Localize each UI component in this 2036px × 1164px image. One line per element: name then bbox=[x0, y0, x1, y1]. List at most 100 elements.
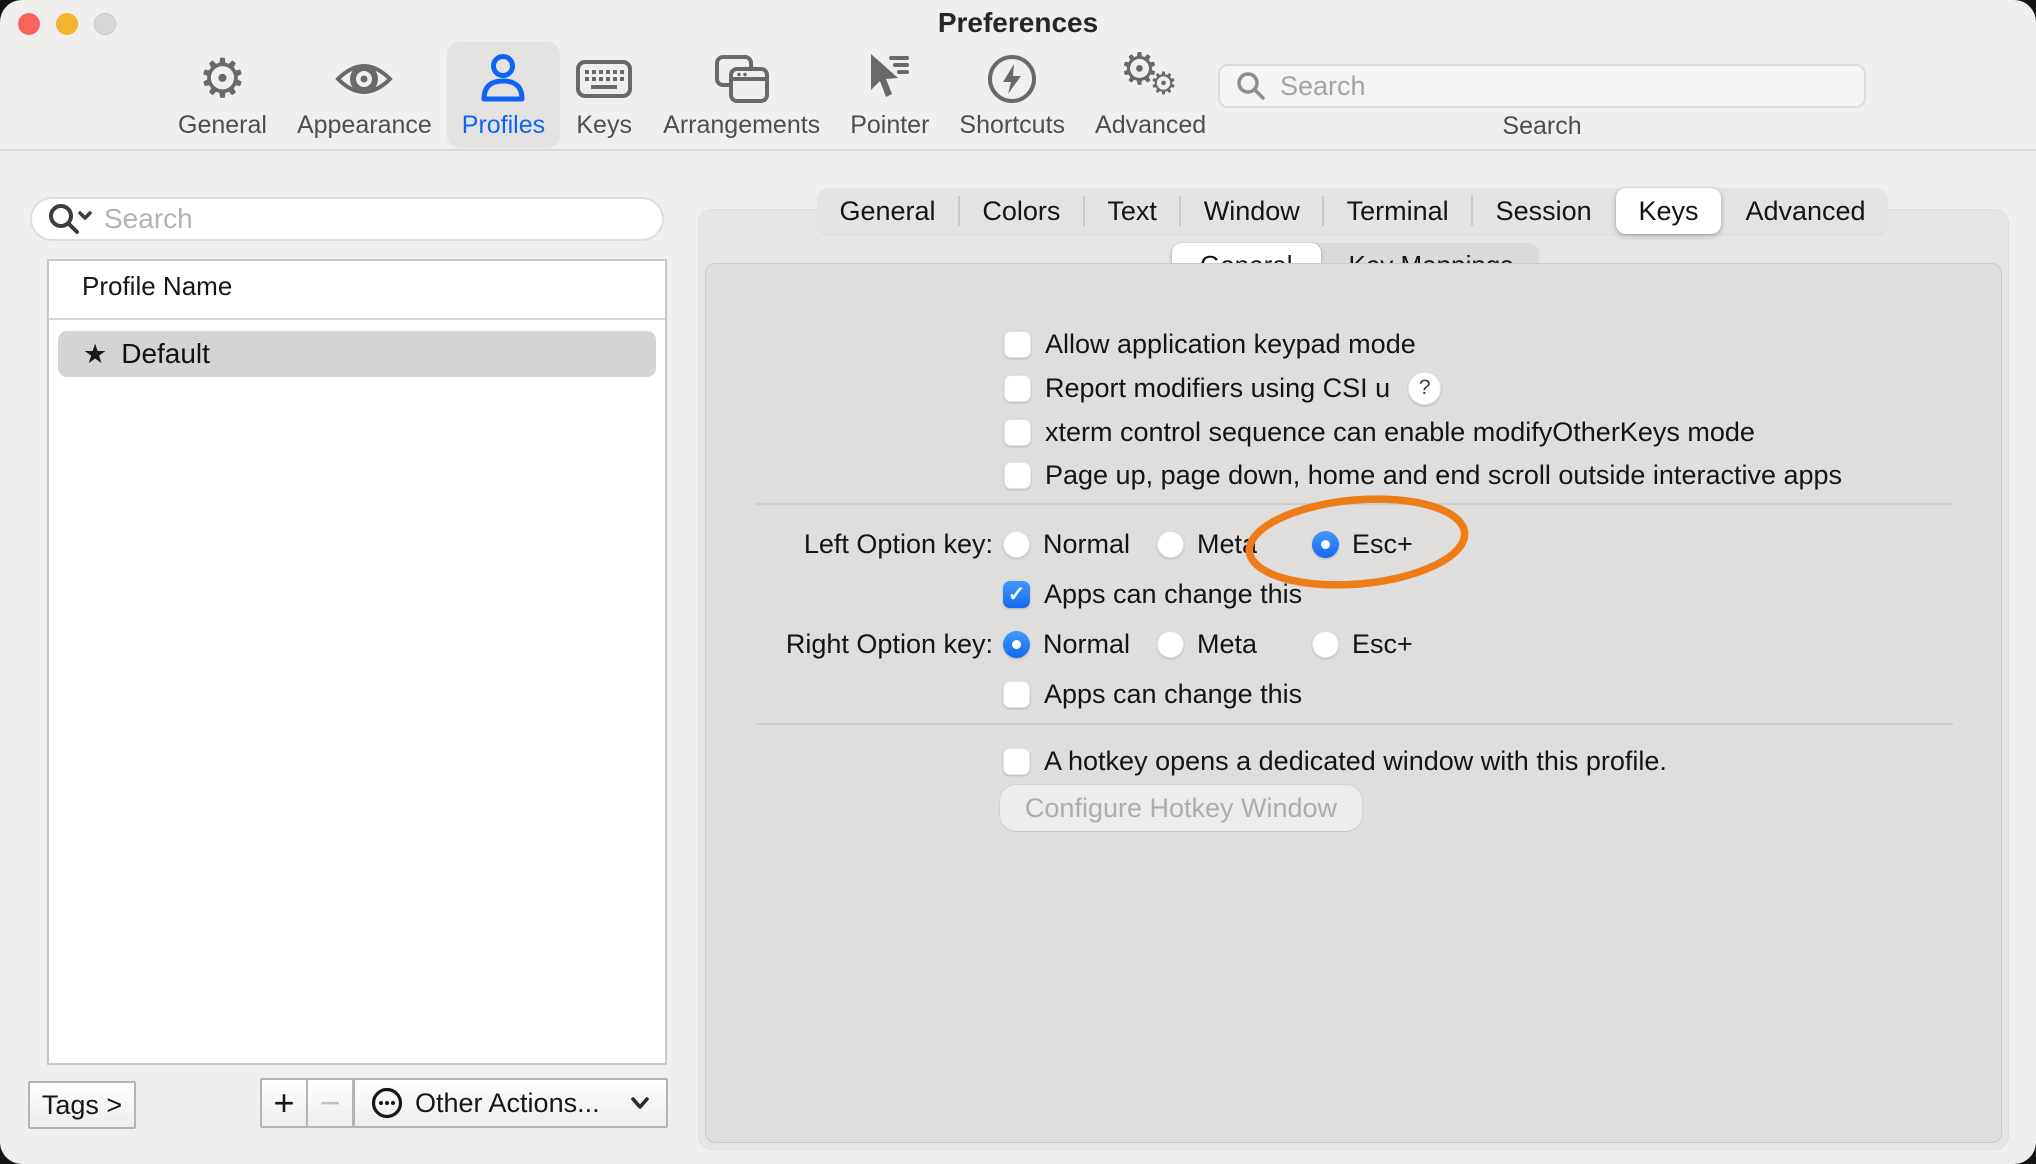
toolbar-item-label: Pointer bbox=[850, 111, 929, 140]
checkbox-left-apps-can-change[interactable]: ✓ bbox=[1003, 581, 1030, 608]
help-button[interactable]: ? bbox=[1408, 372, 1441, 405]
toolbar-item-profiles[interactable]: Profiles bbox=[447, 42, 560, 148]
tab-window[interactable]: Window bbox=[1181, 188, 1322, 234]
configure-hotkey-window-label: Configure Hotkey Window bbox=[1025, 793, 1337, 824]
checkbox-row[interactable]: Apps can change this bbox=[1003, 677, 1302, 711]
titlebar: Preferences bbox=[0, 0, 2036, 42]
checkbox-row[interactable]: Report modifiers using CSI u ? bbox=[1004, 371, 1441, 405]
other-actions-dropdown[interactable]: Other Actions... bbox=[353, 1078, 668, 1128]
window-title: Preferences bbox=[0, 7, 2036, 39]
toolbar-item-keys[interactable]: Keys bbox=[560, 42, 648, 148]
toolbar-item-pointer[interactable]: Pointer bbox=[835, 42, 944, 148]
radio-label: Esc+ bbox=[1352, 529, 1413, 560]
tab-colors[interactable]: Colors bbox=[960, 188, 1083, 234]
keys-general-panel: Allow application keypad mode Report mod… bbox=[705, 263, 2002, 1143]
toolbar-search-input[interactable]: Search bbox=[1218, 64, 1866, 108]
radio-button[interactable] bbox=[1003, 631, 1030, 658]
section-divider bbox=[756, 723, 1953, 725]
add-profile-button[interactable]: + bbox=[260, 1078, 308, 1128]
ellipsis-circle-icon bbox=[371, 1087, 403, 1119]
checkbox-label: Report modifiers using CSI u bbox=[1045, 373, 1390, 404]
left-option-key-label: Left Option key: bbox=[706, 527, 993, 561]
list-header-divider bbox=[49, 318, 665, 320]
preferences-window: Preferences ⚙ General Appearance bbox=[0, 0, 2036, 1164]
gear-icon: ⚙ bbox=[198, 48, 246, 110]
radio-button[interactable] bbox=[1157, 631, 1184, 658]
toolbar-search-label: Search bbox=[1218, 112, 1866, 141]
radio-label: Normal bbox=[1043, 629, 1130, 660]
checkbox-csi-u[interactable] bbox=[1004, 375, 1031, 402]
remove-profile-button[interactable]: − bbox=[306, 1078, 354, 1128]
section-divider bbox=[756, 503, 1953, 505]
tags-button-label: Tags > bbox=[42, 1090, 122, 1121]
radio-label: Meta bbox=[1197, 629, 1257, 660]
checkbox-label: Allow application keypad mode bbox=[1045, 329, 1416, 360]
radio-button[interactable] bbox=[1157, 531, 1184, 558]
radio-button[interactable] bbox=[1312, 531, 1339, 558]
radio-left-option-esc[interactable]: Esc+ bbox=[1312, 527, 1413, 561]
checkbox-row[interactable]: ✓ Apps can change this bbox=[1003, 577, 1302, 611]
toolbar-search-placeholder: Search bbox=[1280, 71, 1366, 102]
radio-button[interactable] bbox=[1003, 531, 1030, 558]
toolbar-item-label: Appearance bbox=[297, 111, 432, 140]
checkbox-label: A hotkey opens a dedicated window with t… bbox=[1044, 746, 1667, 777]
toolbar-item-general[interactable]: ⚙ General bbox=[163, 42, 282, 148]
keyboard-icon bbox=[575, 48, 633, 110]
tab-session[interactable]: Session bbox=[1473, 188, 1614, 234]
radio-label: Meta bbox=[1197, 529, 1257, 560]
radio-button[interactable] bbox=[1312, 631, 1339, 658]
toolbar-item-label: Keys bbox=[576, 111, 632, 140]
profile-name: Default bbox=[121, 338, 210, 370]
radio-right-option-esc[interactable]: Esc+ bbox=[1312, 627, 1413, 661]
checkbox-row[interactable]: Allow application keypad mode bbox=[1004, 327, 1416, 361]
profile-list: Profile Name ★ Default bbox=[47, 259, 667, 1065]
checkbox-row[interactable]: xterm control sequence can enable modify… bbox=[1004, 415, 1755, 449]
toolbar-item-advanced[interactable]: ⚙⚙ Advanced bbox=[1080, 42, 1221, 148]
toolbar-item-arrangements[interactable]: Arrangements bbox=[648, 42, 835, 148]
windows-icon bbox=[713, 48, 771, 110]
minus-icon: − bbox=[319, 1082, 340, 1124]
preferences-toolbar: ⚙ General Appearance Profiles bbox=[163, 42, 1221, 148]
checkbox-row[interactable]: A hotkey opens a dedicated window with t… bbox=[1003, 744, 1667, 778]
person-icon bbox=[477, 48, 529, 110]
checkbox-label: Page up, page down, home and end scroll … bbox=[1045, 460, 1842, 491]
tags-button[interactable]: Tags > bbox=[28, 1081, 136, 1129]
radio-label: Esc+ bbox=[1352, 629, 1413, 660]
radio-right-option-normal[interactable]: Normal bbox=[1003, 627, 1130, 661]
toolbar-item-label: Shortcuts bbox=[959, 111, 1065, 140]
gears-icon: ⚙⚙ bbox=[1120, 48, 1182, 110]
tab-advanced[interactable]: Advanced bbox=[1723, 188, 1888, 234]
toolbar-item-label: General bbox=[178, 111, 267, 140]
toolbar-divider bbox=[0, 149, 2036, 151]
magnifier-menu-icon bbox=[46, 201, 94, 237]
checkbox-keypad-mode[interactable] bbox=[1004, 331, 1031, 358]
profile-search-placeholder: Search bbox=[104, 203, 193, 235]
toolbar-item-label: Profiles bbox=[462, 111, 545, 140]
tab-text[interactable]: Text bbox=[1085, 188, 1179, 234]
checkmark-icon: ✓ bbox=[1008, 582, 1026, 607]
checkbox-page-scroll[interactable] bbox=[1004, 462, 1031, 489]
magnifier-icon bbox=[1234, 69, 1268, 103]
radio-left-option-normal[interactable]: Normal bbox=[1003, 527, 1130, 561]
toolbar-item-shortcuts[interactable]: Shortcuts bbox=[944, 42, 1080, 148]
radio-left-option-meta[interactable]: Meta bbox=[1157, 527, 1257, 561]
toolbar-item-appearance[interactable]: Appearance bbox=[282, 42, 447, 148]
radio-right-option-meta[interactable]: Meta bbox=[1157, 627, 1257, 661]
tab-general[interactable]: General bbox=[817, 188, 958, 234]
profile-tabs: General Colors Text Window Terminal Sess… bbox=[817, 188, 1888, 234]
profile-row-default[interactable]: ★ Default bbox=[58, 331, 656, 377]
checkbox-right-apps-can-change[interactable] bbox=[1003, 681, 1030, 708]
checkbox-hotkey-window[interactable] bbox=[1003, 748, 1030, 775]
plus-icon: + bbox=[273, 1082, 294, 1124]
profile-search-input[interactable]: Search bbox=[30, 197, 664, 241]
tab-keys[interactable]: Keys bbox=[1616, 188, 1721, 234]
checkbox-row[interactable]: Page up, page down, home and end scroll … bbox=[1004, 458, 1842, 492]
tab-terminal[interactable]: Terminal bbox=[1324, 188, 1471, 234]
chevron-down-icon bbox=[630, 1096, 650, 1110]
checkbox-label: xterm control sequence can enable modify… bbox=[1045, 417, 1755, 448]
toolbar-item-label: Advanced bbox=[1095, 111, 1206, 140]
configure-hotkey-window-button: Configure Hotkey Window bbox=[1000, 785, 1362, 831]
checkbox-modify-other-keys[interactable] bbox=[1004, 419, 1031, 446]
cursor-icon bbox=[865, 48, 915, 110]
toolbar-item-label: Arrangements bbox=[663, 111, 820, 140]
